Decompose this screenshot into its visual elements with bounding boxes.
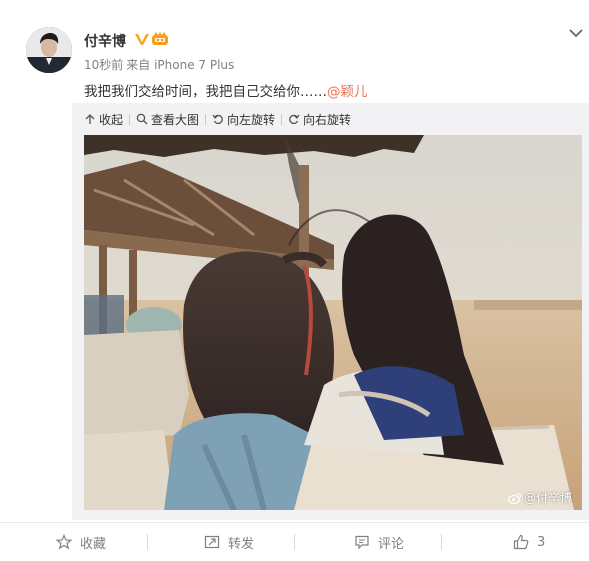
- comment-label: 评论: [378, 536, 405, 552]
- username[interactable]: 付辛博: [84, 31, 126, 51]
- rotate-right-label: 向右旋转: [303, 112, 352, 127]
- post-text: 我把我们交给时间，我把自己交给你……@颖儿: [84, 80, 368, 100]
- post-body: 我把我们交给时间，我把自己交给你……: [84, 84, 327, 100]
- divider: [205, 113, 207, 125]
- post-meta: 10秒前 来自 iPhone 7 Plus: [84, 56, 237, 73]
- avatar[interactable]: [26, 27, 72, 73]
- rotate-left-button[interactable]: 向左旋转: [212, 111, 275, 128]
- post-time[interactable]: 10秒前: [84, 58, 123, 72]
- collapse-label: 收起: [99, 112, 124, 127]
- action-bar: 收藏 转发 评论 3: [0, 522, 589, 561]
- repost-label: 转发: [228, 536, 255, 552]
- rotate-left-label: 向左旋转: [227, 112, 276, 127]
- star-icon: [56, 534, 72, 550]
- watermark-text: @付辛博: [524, 491, 573, 505]
- rotate-right-button[interactable]: 向右旋转: [288, 111, 351, 128]
- collapse-arrow-icon: [84, 113, 96, 125]
- like-count: 3: [537, 534, 546, 550]
- favorite-button[interactable]: 收藏: [56, 523, 106, 561]
- verified-icon: [133, 30, 150, 47]
- comment-button[interactable]: 评论: [354, 523, 404, 561]
- post-photo[interactable]: [84, 135, 582, 510]
- view-large-label: 查看大图: [151, 112, 200, 127]
- divider: [281, 113, 283, 125]
- weibo-logo-icon: [508, 492, 522, 504]
- repost-icon: [204, 534, 220, 550]
- divider: [147, 534, 148, 550]
- favorite-label: 收藏: [80, 536, 107, 552]
- media-toolbar: 收起 查看大图 向左旋转 向右旋转: [84, 110, 351, 128]
- rotate-left-icon: [212, 113, 224, 125]
- comment-icon: [354, 534, 370, 550]
- magnifier-icon: [136, 113, 148, 125]
- divider: [441, 534, 442, 550]
- vip-crown-icon[interactable]: [151, 31, 169, 46]
- post-source: 来自 iPhone 7 Plus: [126, 58, 235, 72]
- rotate-right-icon: [288, 113, 300, 125]
- collapse-button[interactable]: 收起: [84, 111, 123, 128]
- weibo-post-card: 付辛博 10秒前 来自 iPhone 7 Plus 我把我们交给时间，我把自己交给…: [0, 0, 589, 561]
- like-button[interactable]: 3: [513, 523, 545, 561]
- repost-button[interactable]: 转发: [204, 523, 254, 561]
- divider: [129, 113, 131, 125]
- thumbs-up-icon: [513, 534, 529, 550]
- view-large-button[interactable]: 查看大图: [136, 111, 199, 128]
- chevron-down-icon[interactable]: [567, 25, 585, 39]
- mention-link[interactable]: @颖儿: [327, 84, 368, 100]
- divider: [294, 534, 295, 550]
- photo-watermark: @付辛博: [508, 489, 572, 506]
